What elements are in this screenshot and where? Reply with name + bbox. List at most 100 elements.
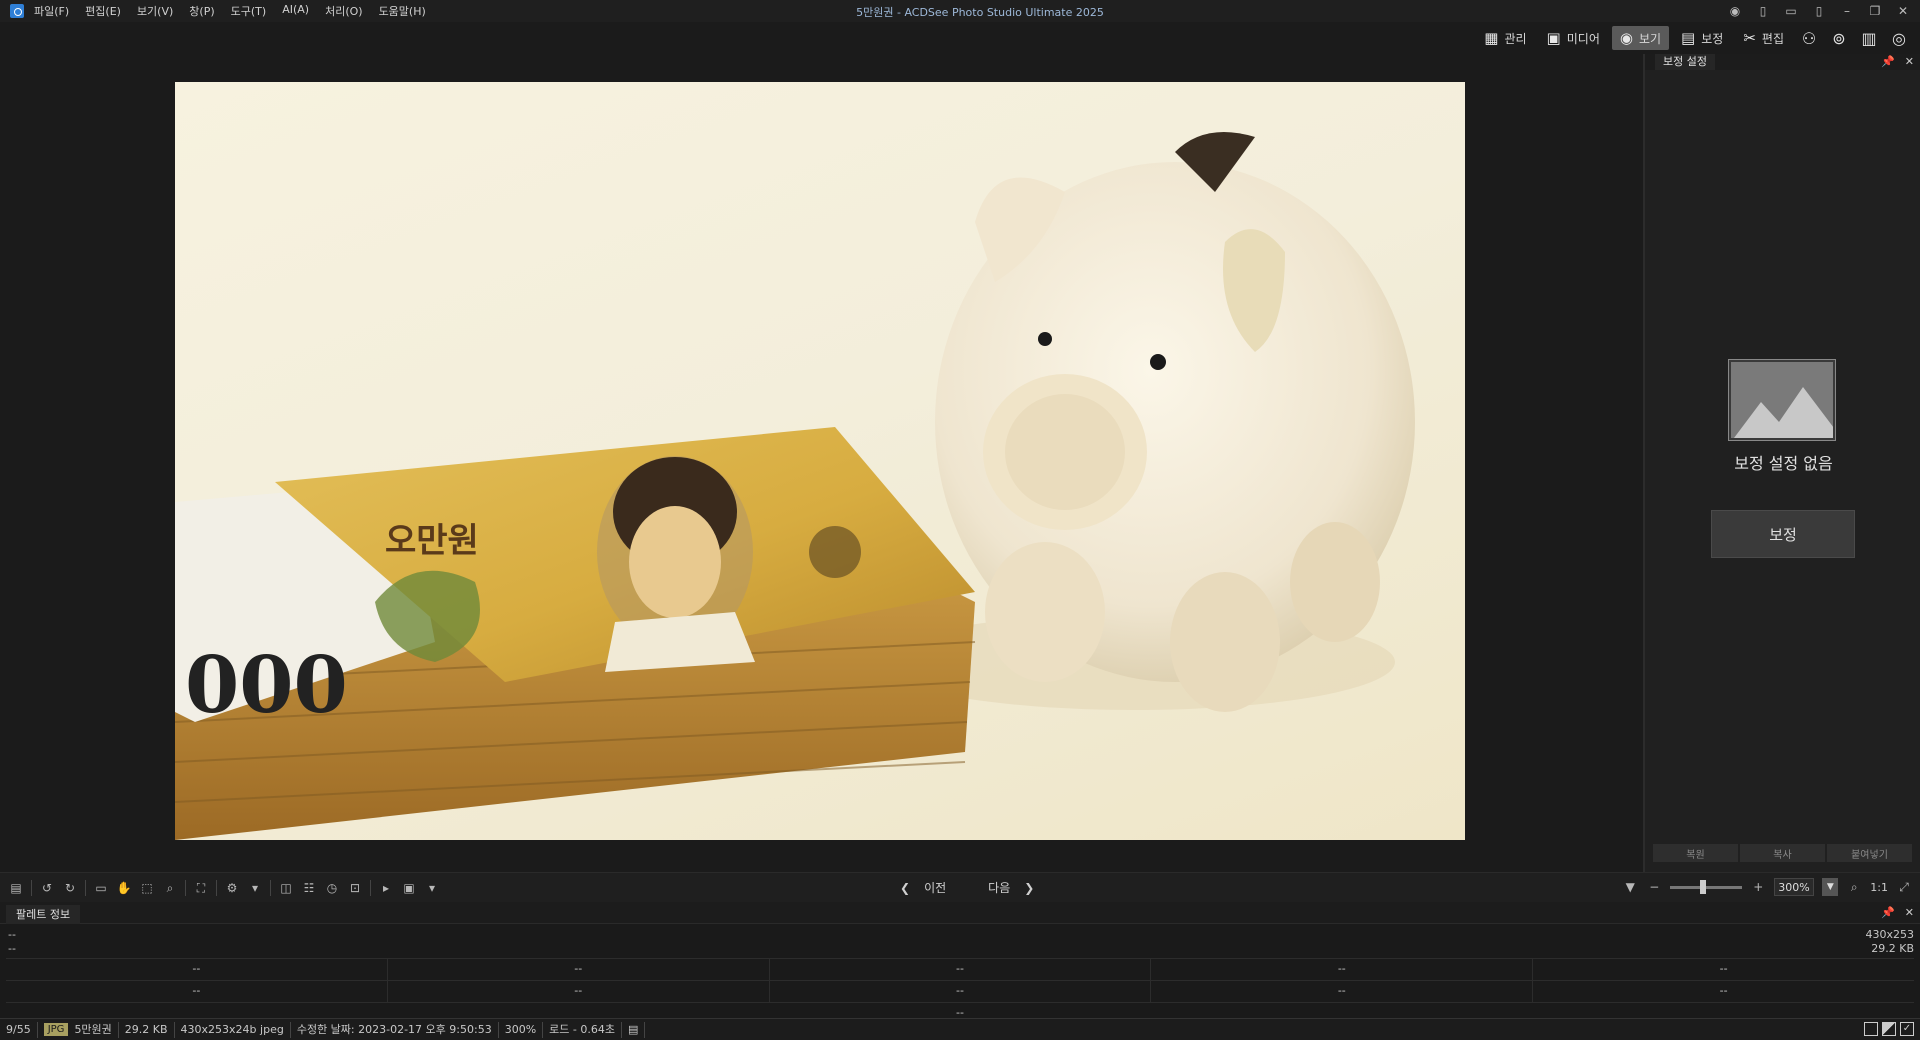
- bottom-panel-toggle-icon[interactable]: ▭: [1782, 2, 1800, 20]
- crop-icon[interactable]: ▭: [93, 880, 109, 896]
- prev-arrow-icon[interactable]: ❮: [900, 881, 910, 895]
- mode-view-label: 보기: [1638, 31, 1662, 46]
- panel-tab-row: 보정 설정 📌 ✕: [1645, 54, 1920, 70]
- zoom-dropdown-icon[interactable]: ▼: [1822, 878, 1839, 896]
- title-bar: 파일(F) 편집(E) 보기(V) 창(P) 도구(T) AI(A) 처리(O)…: [0, 0, 1920, 22]
- photo-artwork: 000 오만원: [175, 132, 1415, 840]
- mode-manage-button[interactable]: ▦ 관리: [1476, 26, 1534, 50]
- mode-media-button[interactable]: ▣ 미디어: [1539, 26, 1608, 50]
- dropdown-arrow-icon[interactable]: ▾: [247, 880, 263, 896]
- 365-icon[interactable]: ⊚: [1826, 25, 1852, 51]
- restore-button[interactable]: 복원: [1653, 844, 1738, 862]
- banknote-label: 오만원: [385, 521, 479, 561]
- rotate-left-icon[interactable]: ↺: [39, 880, 55, 896]
- display-mode-icon[interactable]: ▣: [401, 880, 417, 896]
- minimize-icon[interactable]: –: [1838, 2, 1856, 20]
- user-account-icon[interactable]: ◉: [1726, 2, 1744, 20]
- tab-develop-settings[interactable]: 보정 설정: [1655, 54, 1715, 70]
- zoom-in-icon[interactable]: +: [1750, 879, 1766, 895]
- magnifier-icon[interactable]: ⌕: [1846, 879, 1862, 895]
- fit-screen-icon[interactable]: ⤢: [1896, 879, 1912, 895]
- rotate-right-icon[interactable]: ↻: [62, 880, 78, 896]
- fullscreen-icon[interactable]: ⛶: [193, 880, 209, 896]
- status-image-info: 430x253x24b jpeg: [175, 1021, 291, 1038]
- settings-gear-icon[interactable]: ⚙: [224, 880, 240, 896]
- zoom-slider[interactable]: [1670, 879, 1743, 894]
- develop-button[interactable]: 보정: [1711, 510, 1855, 558]
- media-icon: ▣: [1546, 29, 1561, 47]
- checkmark-icon[interactable]: ✓: [1900, 1022, 1914, 1036]
- zoom-out-icon[interactable]: −: [1646, 879, 1662, 895]
- status-filesize: 29.2 KB: [119, 1021, 175, 1038]
- zoom-slider-handle[interactable]: [1700, 879, 1707, 894]
- zoom-level-input[interactable]: 300%: [1774, 878, 1815, 896]
- focus-icon[interactable]: ⊡: [347, 880, 363, 896]
- save-icon[interactable]: ▤: [8, 880, 24, 896]
- restore-icon[interactable]: ❐: [1866, 2, 1884, 20]
- info-cell: --: [388, 959, 770, 980]
- displayed-photo[interactable]: 000 오만원: [175, 82, 1465, 840]
- info-cell: --: [770, 959, 1152, 980]
- next-arrow-icon[interactable]: ❯: [1024, 881, 1034, 895]
- develop-settings-panel: 보정 설정 📌 ✕ 보정 설정 없음 보정 복원 복사 붙여넣기: [1643, 54, 1920, 872]
- info-cell: --: [6, 959, 388, 980]
- filter-triangle-icon[interactable]: ▼: [1622, 879, 1638, 895]
- copy-button[interactable]: 복사: [1740, 844, 1825, 862]
- histogram-icon[interactable]: ▤: [622, 1021, 646, 1038]
- people-icon[interactable]: ⚇: [1796, 25, 1822, 51]
- info-cell: --: [1151, 959, 1534, 980]
- status-zoom: 300%: [499, 1021, 544, 1038]
- info-line-1: --: [8, 928, 16, 941]
- window-title: 5만원권 - ACDSee Photo Studio Ultimate 2025: [856, 6, 1104, 19]
- actual-size-button[interactable]: 1:1: [1870, 881, 1888, 894]
- hand-tool-icon[interactable]: ✋: [116, 880, 132, 896]
- prev-button[interactable]: 이전: [924, 879, 946, 896]
- select-tool-icon[interactable]: ⬚: [139, 880, 155, 896]
- mode-manage-label: 관리: [1504, 31, 1527, 46]
- clock-icon[interactable]: ◷: [324, 880, 340, 896]
- viewer-toolbar: ▤ ↺ ↻ ▭ ✋ ⬚ ⌕ ⛶ ⚙ ▾ ◫ ☷ ◷ ⊡ ▸ ▣ ▾ ❮ 이전 다…: [0, 872, 1920, 902]
- paste-button[interactable]: 붙여넣기: [1827, 844, 1912, 862]
- next-button[interactable]: 다음: [988, 879, 1010, 896]
- palette-pin-icon[interactable]: 📌: [1881, 906, 1895, 919]
- mode-view-button[interactable]: ◉ 보기: [1611, 26, 1670, 50]
- left-panel-toggle-icon[interactable]: ▯: [1754, 2, 1772, 20]
- info-line-2: --: [8, 942, 16, 955]
- panel-close-icon[interactable]: ✕: [1905, 55, 1914, 68]
- window-controls: ◉ ▯ ▭ ▯ – ❐ ✕: [1726, 2, 1912, 20]
- format-badge: JPG: [43, 1023, 69, 1036]
- status-modified-date: 수정한 날짜: 2023-02-17 오후 9:50:53: [291, 1021, 499, 1038]
- info-dimensions: 430x253: [1865, 928, 1914, 941]
- no-preset-label: 보정 설정 없음: [1734, 454, 1833, 473]
- svg-text:000: 000: [185, 640, 348, 731]
- info-filesize: 29.2 KB: [1871, 942, 1914, 955]
- dashboard-chart-icon[interactable]: ▥: [1856, 25, 1882, 51]
- right-panel-toggle-icon[interactable]: ▯: [1810, 2, 1828, 20]
- info-grid-row: -- -- -- -- --: [6, 980, 1914, 1002]
- grid-icon: ▦: [1484, 29, 1499, 47]
- info-cell: --: [1151, 981, 1534, 1002]
- eye-settings-icon[interactable]: ◎: [1886, 25, 1912, 51]
- info-cell: --: [388, 981, 770, 1002]
- tab-info-palette[interactable]: 팔레트 정보: [6, 905, 81, 924]
- status-filename: 5만원권: [74, 1022, 112, 1036]
- status-bar: 9/55 JPG 5만원권 29.2 KB 430x253x24b jpeg 수…: [0, 1018, 1920, 1040]
- palette-close-icon[interactable]: ✕: [1905, 906, 1914, 919]
- info-cell: --: [1719, 962, 1728, 975]
- mode-develop-button[interactable]: ▤ 보정: [1673, 26, 1731, 50]
- view-mode-icon[interactable]: [1864, 1022, 1878, 1036]
- info-grid: -- -- -- -- -- -- -- -- -- -- --: [6, 958, 1914, 1024]
- compare-icon[interactable]: ◫: [278, 880, 294, 896]
- status-load-time: 로드 - 0.64초: [543, 1021, 622, 1038]
- play-icon[interactable]: ▸: [378, 880, 394, 896]
- split-view-icon[interactable]: [1882, 1022, 1896, 1036]
- adjust-sliders-icon[interactable]: ☷: [301, 880, 317, 896]
- close-icon[interactable]: ✕: [1894, 2, 1912, 20]
- pin-icon[interactable]: 📌: [1881, 55, 1895, 68]
- status-index: 9/55: [0, 1021, 38, 1038]
- display-dropdown-icon[interactable]: ▾: [424, 880, 440, 896]
- mode-edit-label: 편집: [1761, 31, 1784, 46]
- mode-edit-button[interactable]: ✂ 편집: [1735, 26, 1792, 50]
- zoom-tool-icon[interactable]: ⌕: [162, 880, 178, 896]
- image-viewer[interactable]: 000 오만원: [0, 54, 1640, 872]
